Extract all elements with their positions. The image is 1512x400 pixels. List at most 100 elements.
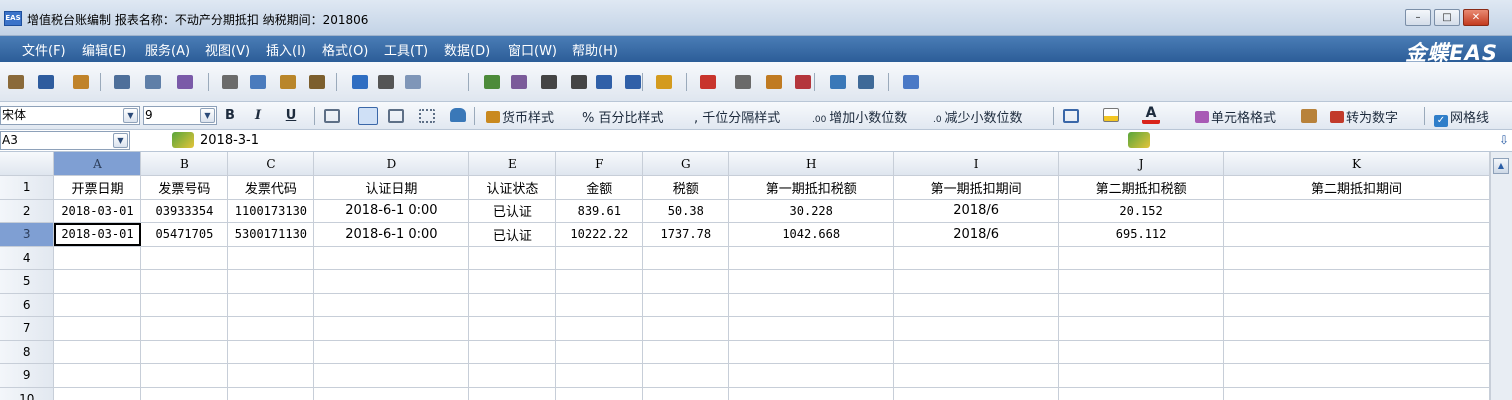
find-icon[interactable] — [858, 75, 874, 89]
cell-c5[interactable] — [227, 269, 315, 294]
menu-help[interactable]: 帮助(H) — [572, 40, 618, 59]
column-header-g[interactable]: G — [642, 152, 730, 176]
cell-d7[interactable] — [313, 316, 470, 341]
cell-h10[interactable] — [728, 387, 895, 400]
cell-e1[interactable]: 认证状态 — [468, 175, 557, 200]
menu-service[interactable]: 服务(A) — [145, 40, 190, 59]
cell-c4[interactable] — [227, 246, 315, 270]
open-icon[interactable] — [73, 75, 89, 89]
row-header[interactable]: 4 — [0, 246, 55, 270]
cell-i10[interactable] — [893, 387, 1060, 400]
cell-b4[interactable] — [140, 246, 229, 270]
menu-data[interactable]: 数据(D) — [444, 40, 490, 59]
cell-g10[interactable] — [642, 387, 730, 400]
cell-e8[interactable] — [468, 340, 557, 364]
cell-c1[interactable]: 发票代码 — [227, 175, 315, 200]
column-header-c[interactable]: C — [227, 152, 315, 176]
cell-d9[interactable] — [313, 363, 470, 388]
menu-tools[interactable]: 工具(T) — [384, 40, 428, 59]
cut-icon[interactable] — [222, 75, 238, 89]
border-icon[interactable] — [1063, 109, 1079, 123]
row-header[interactable]: 10 — [0, 387, 55, 400]
print-setup-icon[interactable] — [177, 75, 193, 89]
link-icon[interactable] — [484, 75, 500, 89]
column-header-i[interactable]: I — [893, 152, 1060, 176]
cell-f7[interactable] — [555, 316, 644, 341]
cell-a2[interactable]: 2018-03-01 — [53, 199, 142, 223]
cell-a4[interactable] — [53, 246, 142, 270]
cell-j7[interactable] — [1058, 316, 1225, 341]
cell-g6[interactable] — [642, 293, 730, 317]
format-painter-icon[interactable] — [309, 75, 325, 89]
cell-i6[interactable] — [893, 293, 1060, 317]
formula-icon[interactable] — [172, 132, 194, 148]
cell-a9[interactable] — [53, 363, 142, 388]
menu-window[interactable]: 窗口(W) — [508, 40, 557, 59]
font-color-icon[interactable]: A — [1142, 106, 1160, 124]
report-icon[interactable] — [795, 75, 811, 89]
cell-k1[interactable]: 第二期抵扣期间 — [1223, 175, 1490, 200]
cell-f4[interactable] — [555, 246, 644, 270]
cell-j8[interactable] — [1058, 340, 1225, 364]
print-preview-icon[interactable] — [145, 75, 161, 89]
underline-button[interactable]: U — [281, 106, 301, 126]
formula-icon[interactable] — [1128, 132, 1150, 148]
grid-icon[interactable] — [1301, 109, 1317, 123]
cell-c8[interactable] — [227, 340, 315, 364]
cell-f9[interactable] — [555, 363, 644, 388]
cell-i4[interactable] — [893, 246, 1060, 270]
chart-icon[interactable] — [766, 75, 782, 89]
sort-ascending-icon[interactable] — [596, 75, 612, 89]
cell-h8[interactable] — [728, 340, 895, 364]
increase-decimal-button[interactable]: .00 增加小数位数 — [812, 107, 907, 126]
cell-e7[interactable] — [468, 316, 557, 341]
cell-j3[interactable]: 695.112 — [1058, 222, 1225, 247]
align-right-icon[interactable] — [388, 109, 404, 123]
cell-a6[interactable] — [53, 293, 142, 317]
sum-icon[interactable] — [541, 75, 557, 89]
column-header-d[interactable]: D — [313, 152, 470, 176]
cell-d2[interactable]: 2018-6-1 0:00 — [313, 199, 470, 223]
to-number-button[interactable]: 转为数字 — [1330, 107, 1398, 126]
brush-icon[interactable] — [8, 75, 24, 89]
cell-i3[interactable]: 2018/6 — [893, 222, 1060, 247]
cell-k6[interactable] — [1223, 293, 1490, 317]
thousands-style-button[interactable]: , 千位分隔样式 — [694, 107, 780, 126]
cell-k7[interactable] — [1223, 316, 1490, 341]
row-header[interactable]: 8 — [0, 340, 55, 364]
draw-icon[interactable] — [511, 75, 527, 89]
font-size-select[interactable]: 9 ▼ — [143, 106, 217, 125]
cell-e3[interactable]: 已认证 — [468, 222, 557, 247]
cell-a7[interactable] — [53, 316, 142, 341]
align-left-icon[interactable] — [324, 109, 340, 123]
cell-h3[interactable]: 1042.668 — [728, 222, 895, 247]
cell-e10[interactable] — [468, 387, 557, 400]
align-center-icon[interactable] — [358, 107, 378, 125]
chevron-down-icon[interactable]: ▼ — [200, 108, 215, 123]
save-icon[interactable] — [38, 75, 54, 89]
cell-j2[interactable]: 20.152 — [1058, 199, 1225, 223]
row-header[interactable]: 6 — [0, 293, 55, 317]
row-header[interactable]: 5 — [0, 269, 55, 294]
cell-d10[interactable] — [313, 387, 470, 400]
cell-k10[interactable] — [1223, 387, 1490, 400]
cell-b6[interactable] — [140, 293, 229, 317]
merge-cells-icon[interactable] — [419, 109, 435, 123]
cell-d8[interactable] — [313, 340, 470, 364]
row-header[interactable]: 1 — [0, 175, 55, 200]
cell-e2[interactable]: 已认证 — [468, 199, 557, 223]
select-all-corner[interactable] — [0, 152, 55, 176]
decrease-decimal-button[interactable]: .0 减少小数位数 — [933, 107, 1022, 126]
cell-d3[interactable]: 2018-6-1 0:00 — [313, 222, 470, 247]
paste-icon[interactable] — [280, 75, 296, 89]
cell-f10[interactable] — [555, 387, 644, 400]
cell-i8[interactable] — [893, 340, 1060, 364]
cell-b9[interactable] — [140, 363, 229, 388]
cell-g9[interactable] — [642, 363, 730, 388]
xy-icon[interactable] — [735, 75, 751, 89]
cell-b2[interactable]: 03933354 — [140, 199, 229, 223]
cell-h4[interactable] — [728, 246, 895, 270]
cell-d5[interactable] — [313, 269, 470, 294]
italic-button[interactable]: I — [248, 106, 268, 126]
cell-f3[interactable]: 10222.22 — [555, 222, 644, 247]
